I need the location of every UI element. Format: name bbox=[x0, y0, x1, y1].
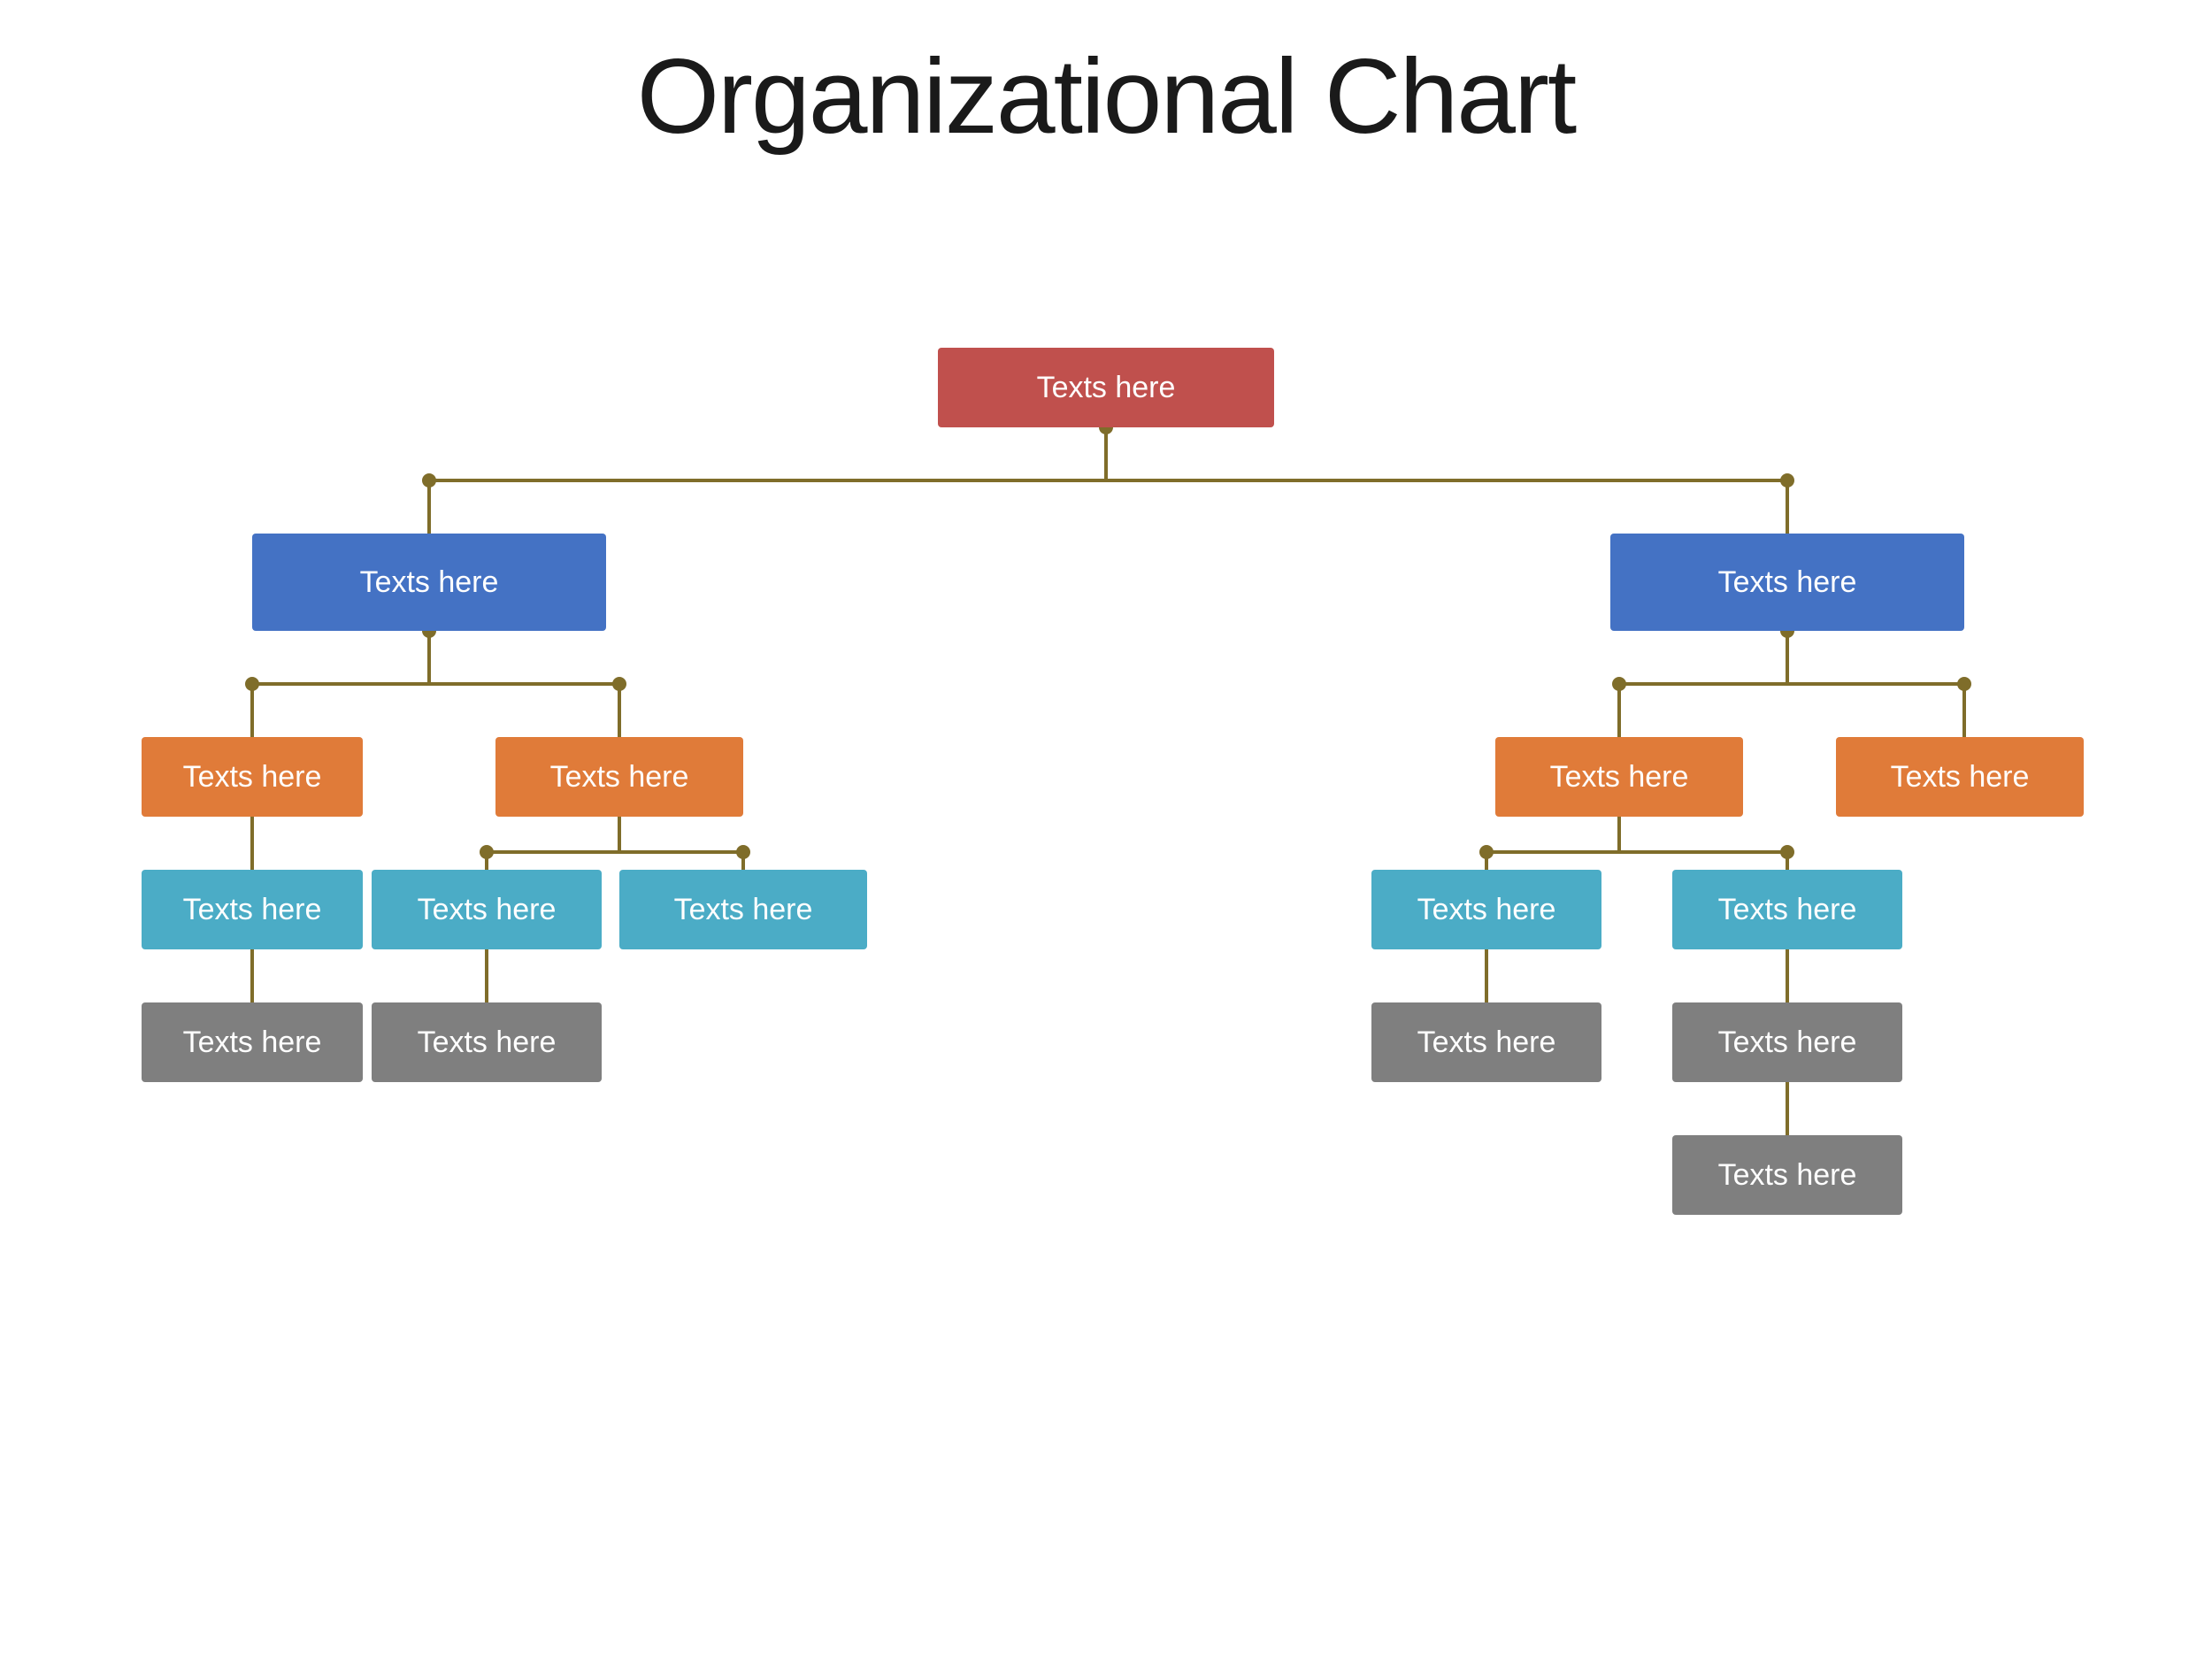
node-l3-lrr[interactable]: Texts here bbox=[619, 870, 867, 949]
node-l4-lll[interactable]: Texts here bbox=[142, 1002, 363, 1082]
node-l2-ll[interactable]: Texts here bbox=[142, 737, 363, 817]
node-l4-lrl[interactable]: Texts here bbox=[372, 1002, 602, 1082]
page-title: Organizational Chart bbox=[637, 35, 1576, 157]
node-l4-rlr[interactable]: Texts here bbox=[1672, 1002, 1902, 1082]
page: Organizational Chart bbox=[0, 0, 2212, 1659]
node-l2-rr[interactable]: Texts here bbox=[1836, 737, 2084, 817]
node-root[interactable]: Texts here bbox=[938, 348, 1274, 427]
node-l4-rll[interactable]: Texts here bbox=[1371, 1002, 1601, 1082]
node-l3-lll[interactable]: Texts here bbox=[142, 870, 363, 949]
node-l3-rlr[interactable]: Texts here bbox=[1672, 870, 1902, 949]
org-chart: Texts here Texts here Texts here Texts h… bbox=[88, 211, 2124, 1626]
node-l3-lrl[interactable]: Texts here bbox=[372, 870, 602, 949]
node-l3-rll[interactable]: Texts here bbox=[1371, 870, 1601, 949]
node-l1-left[interactable]: Texts here bbox=[252, 534, 606, 631]
node-l1-right[interactable]: Texts here bbox=[1610, 534, 1964, 631]
node-l5-rlr[interactable]: Texts here bbox=[1672, 1135, 1902, 1215]
node-l2-rl[interactable]: Texts here bbox=[1495, 737, 1743, 817]
node-l2-lr[interactable]: Texts here bbox=[495, 737, 743, 817]
